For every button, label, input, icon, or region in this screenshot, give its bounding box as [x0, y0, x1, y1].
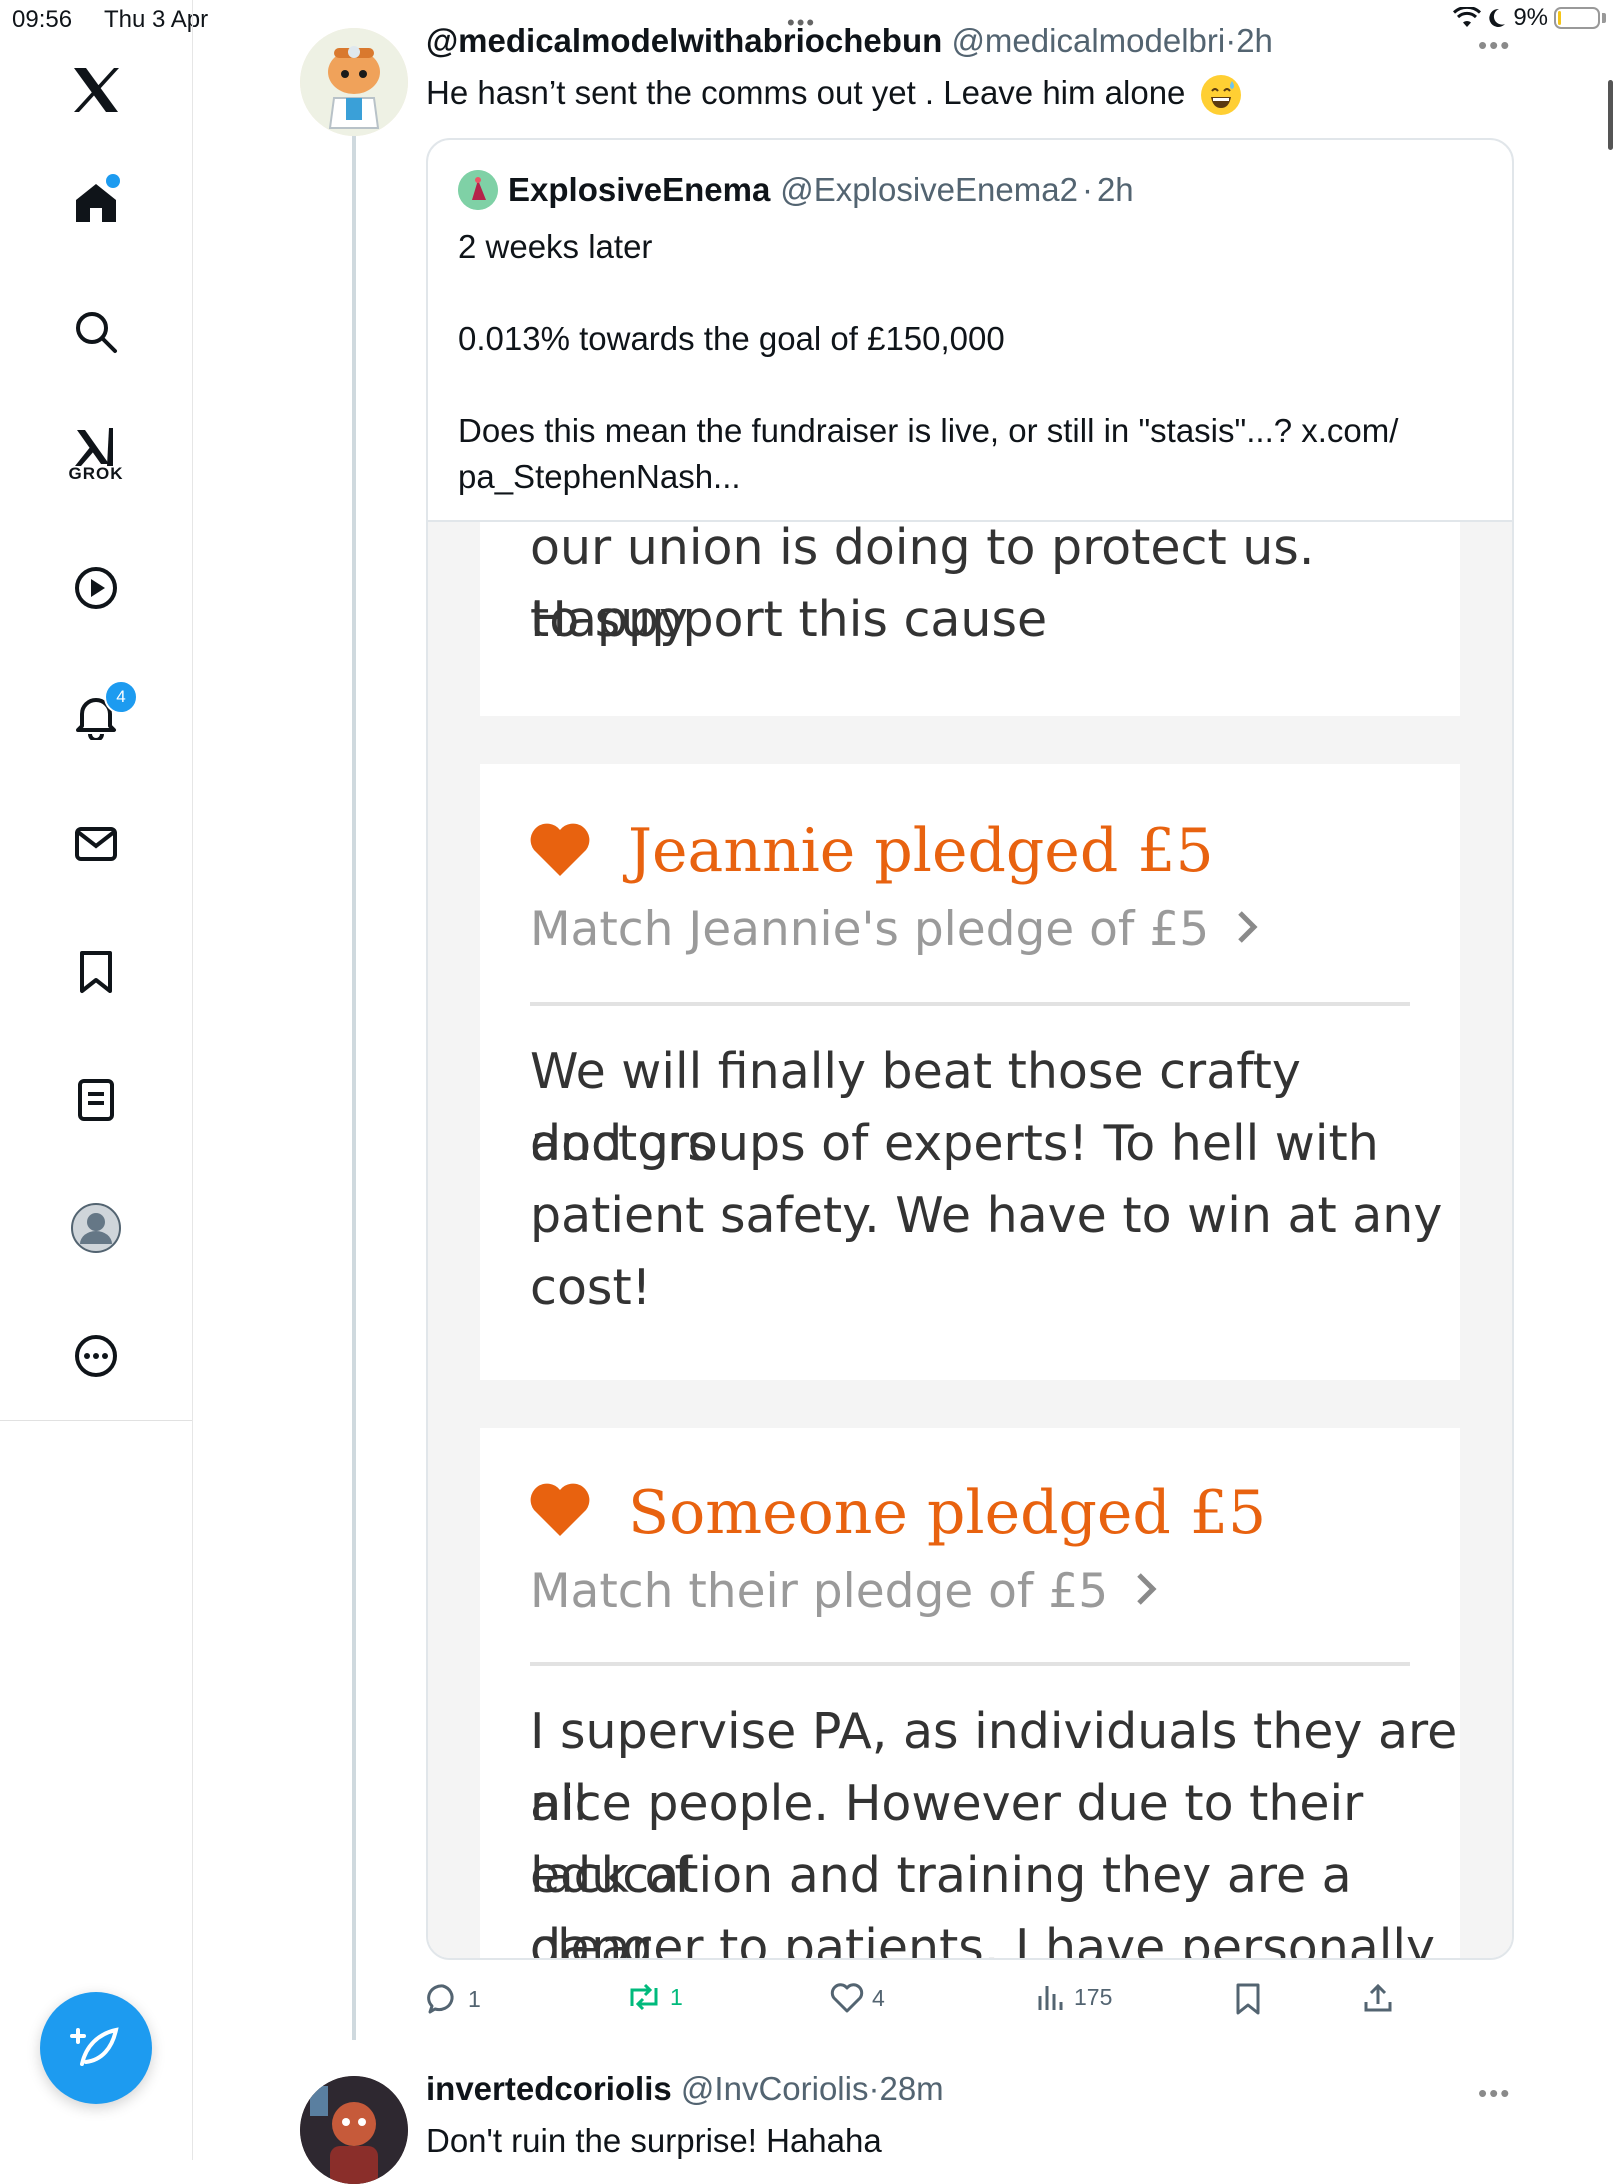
- repost-icon: [630, 1983, 658, 2011]
- match-pledge-link: Match their pledge of £5: [530, 1564, 1161, 1619]
- home-new-dot: [106, 174, 120, 188]
- sidebar: GROK 4: [0, 0, 193, 2160]
- pledge-card: our union is doing to protect us. Happy …: [480, 522, 1460, 716]
- bookmarks-icon[interactable]: [60, 936, 132, 1008]
- quoted-separator: ·: [1081, 171, 1093, 208]
- notifications-badge: 4: [104, 680, 138, 714]
- like-heart-icon: [830, 1983, 864, 2013]
- tweet-author-handle[interactable]: @medicalmodelbri: [951, 22, 1225, 59]
- quoted-text-line: 2 weeks later: [458, 228, 653, 265]
- tweet2-time[interactable]: 28m: [879, 2070, 943, 2107]
- reply-count: 1: [468, 1985, 481, 2012]
- tweet2-author-avatar[interactable]: [300, 2076, 408, 2184]
- heart-icon: [530, 823, 590, 876]
- scrollbar[interactable]: [1608, 80, 1613, 150]
- tweet2-author-name[interactable]: invertedcoriolis: [426, 2070, 672, 2107]
- quoted-author-avatar[interactable]: [458, 170, 498, 210]
- grinning-sweat-emoji-icon: [1200, 75, 1241, 116]
- battery-nub: [1602, 13, 1606, 23]
- tweet-time[interactable]: 2h: [1236, 22, 1273, 59]
- tweet2-separator: ·: [868, 2070, 880, 2107]
- tweet-more-icon[interactable]: •••: [1478, 30, 1511, 61]
- search-icon[interactable]: [60, 296, 132, 368]
- pledge-card: Someone pledged £5 Match their pledge of…: [480, 1428, 1460, 1960]
- pledge-divider: [530, 1002, 1410, 1006]
- pledge-comment-line: cost!: [530, 1259, 652, 1316]
- tweet-text-container: He hasn’t sent the comms out yet . Leave…: [426, 74, 1241, 116]
- chevron-right-icon: [1238, 911, 1258, 943]
- video-play-icon[interactable]: [60, 552, 132, 624]
- pledge-comment-line: patient safety. We have to win at any: [530, 1187, 1443, 1244]
- views-button[interactable]: 175: [1036, 1982, 1112, 2012]
- pledge-comment-line: to support this cause: [530, 591, 1048, 648]
- pledge-divider: [530, 1662, 1410, 1666]
- battery-fill: [1558, 11, 1561, 25]
- compose-post-button[interactable]: [40, 1992, 152, 2104]
- thread-connector-line: [352, 134, 356, 2040]
- pledge-title: Jeannie pledged £5: [628, 816, 1214, 886]
- quoted-text-line: Does this mean the fundraiser is live, o…: [458, 412, 1399, 449]
- moon-icon: [1489, 8, 1506, 27]
- notifications-bell-icon[interactable]: 4: [60, 680, 138, 752]
- tweet2-author-handle[interactable]: @InvCoriolis: [681, 2070, 869, 2107]
- pledge-comment-line: and groups of experts! To hell with: [530, 1115, 1379, 1172]
- sidebar-divider: [0, 1420, 192, 1421]
- x-logo-icon[interactable]: [60, 54, 132, 126]
- compose-feather-icon: [70, 2027, 119, 2066]
- lists-icon[interactable]: [60, 1064, 132, 1136]
- home-icon[interactable]: [60, 166, 132, 238]
- reply-icon: [427, 1984, 454, 2014]
- quoted-media-image[interactable]: our union is doing to protect us. Happy …: [428, 520, 1512, 1960]
- quoted-author-name[interactable]: ExplosiveEnema: [508, 171, 770, 209]
- tweet-author-avatar[interactable]: [300, 28, 408, 136]
- match-pledge-text: Match Jeannie's pledge of £5: [530, 902, 1210, 957]
- like-button[interactable]: 4: [830, 1982, 885, 2014]
- share-icon: [1364, 1983, 1392, 2012]
- battery-percent: 9%: [1513, 4, 1548, 31]
- share-button[interactable]: [1362, 1982, 1394, 2014]
- repost-button[interactable]: 1: [626, 1982, 683, 2012]
- tweet-text: He hasn’t sent the comms out yet . Leave…: [426, 74, 1186, 111]
- tweet-header: @medicalmodelwithabriochebun @medicalmod…: [426, 22, 1273, 60]
- pledge-card: Jeannie pledged £5 Match Jeannie's pledg…: [480, 764, 1460, 1380]
- grok-icon[interactable]: GROK: [60, 412, 132, 502]
- tweet-author-name[interactable]: @medicalmodelwithabriochebun: [426, 22, 942, 59]
- bookmark-button[interactable]: [1234, 1982, 1262, 2016]
- reply-button[interactable]: 1: [426, 1982, 481, 2016]
- like-count: 4: [872, 1984, 885, 2011]
- wifi-icon: [1453, 7, 1482, 27]
- more-options-icon[interactable]: [60, 1320, 132, 1392]
- quoted-tweet[interactable]: ExplosiveEnema @ExplosiveEnema2 · 2h 2 wee…: [426, 138, 1514, 1960]
- tweet2-text: Don't ruin the surprise! Hahaha: [426, 2122, 882, 2159]
- quoted-text-line: 0.013% towards the goal of £150,000: [458, 320, 1005, 357]
- bookmark-icon: [1236, 1983, 1260, 2015]
- views-chart-icon: [1038, 1986, 1063, 2010]
- quoted-author-handle[interactable]: @ExplosiveEnema2: [780, 171, 1078, 209]
- repost-count: 1: [670, 1983, 683, 2010]
- profile-avatar-icon[interactable]: [60, 1192, 132, 1264]
- quoted-time[interactable]: 2h: [1097, 171, 1134, 209]
- views-count: 175: [1074, 1983, 1113, 2010]
- messages-envelope-icon[interactable]: [60, 808, 132, 880]
- match-pledge-link: Match Jeannie's pledge of £5: [530, 902, 1262, 957]
- pledge-title: Someone pledged £5: [628, 1478, 1267, 1548]
- chevron-right-icon: [1137, 1573, 1157, 1605]
- status-indicators: 9%: [1453, 4, 1606, 32]
- heart-icon: [530, 1483, 590, 1536]
- match-pledge-text: Match their pledge of £5: [530, 1564, 1109, 1619]
- quoted-tweet-header: ExplosiveEnema @ExplosiveEnema2 · 2h: [458, 170, 1134, 210]
- pledge-comment-line: danger to patients. I have personally: [530, 1919, 1436, 1960]
- tweet2-header: invertedcoriolis @InvCoriolis·28m: [426, 2070, 944, 2108]
- battery-icon: [1554, 7, 1600, 29]
- tweet-separator: ·: [1225, 22, 1237, 59]
- tweet2-more-icon[interactable]: •••: [1478, 2078, 1511, 2109]
- grok-label: GROK: [68, 464, 124, 483]
- tweet-actions-bar: 1 1 4 175: [426, 1982, 1476, 2022]
- quoted-text-link[interactable]: pa_StephenNash...: [458, 458, 741, 496]
